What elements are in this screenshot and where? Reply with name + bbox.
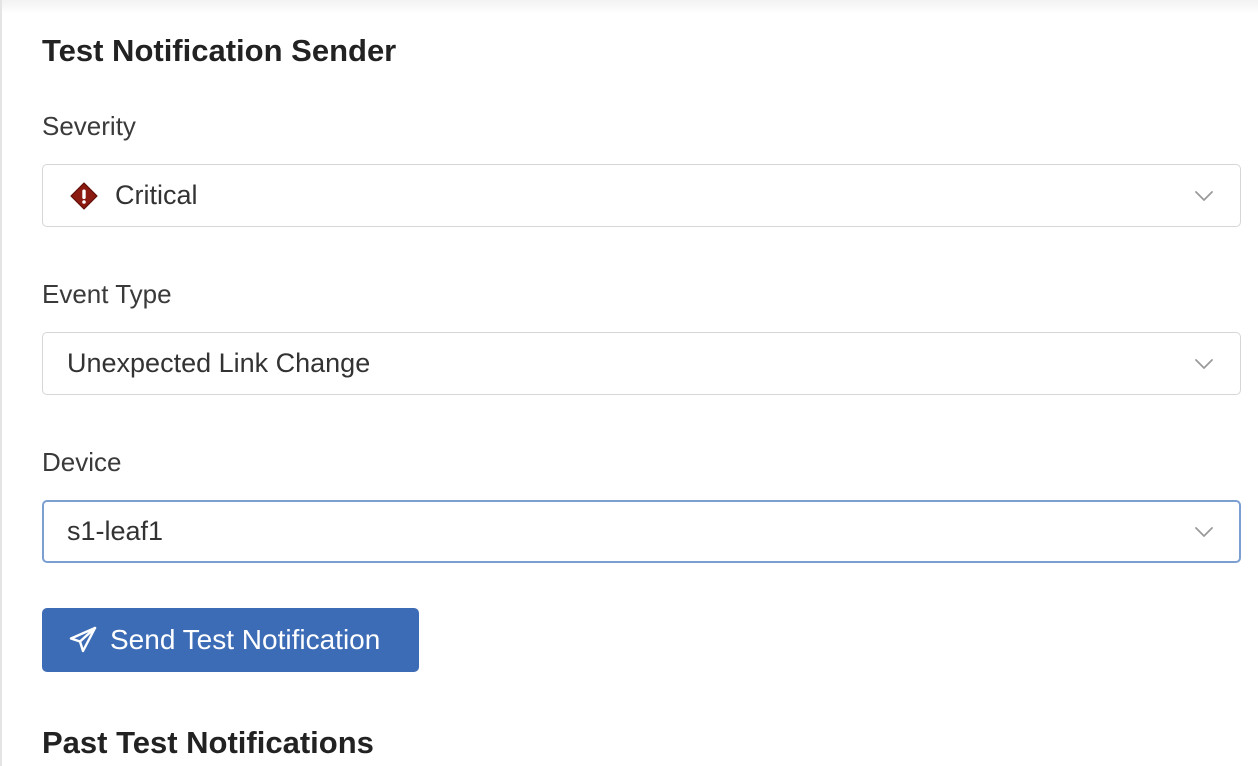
past-notifications-title: Past Test Notifications [42,725,374,760]
critical-diamond-icon [69,181,99,211]
test-notification-page: Test Notification Sender Severity Critic… [0,0,1258,766]
chevron-down-icon [1194,357,1214,371]
chevron-down-icon [1194,525,1214,539]
severity-select[interactable]: Critical [42,164,1241,227]
device-label: Device [42,447,122,477]
sender-title: Test Notification Sender [42,33,397,68]
severity-value: Critical [115,180,198,210]
left-divider [0,0,2,766]
event-type-value: Unexpected Link Change [67,348,371,378]
event-type-select[interactable]: Unexpected Link Change [42,332,1241,395]
device-select[interactable]: s1-leaf1 [42,500,1241,563]
paper-plane-icon [68,625,98,655]
send-test-notification-button[interactable]: Send Test Notification [42,608,419,672]
event-type-label: Event Type [42,279,172,309]
send-button-label: Send Test Notification [110,624,381,655]
chevron-down-icon [1194,189,1214,203]
device-value: s1-leaf1 [67,516,164,546]
top-shadow [0,0,1258,14]
severity-label: Severity [42,111,136,141]
